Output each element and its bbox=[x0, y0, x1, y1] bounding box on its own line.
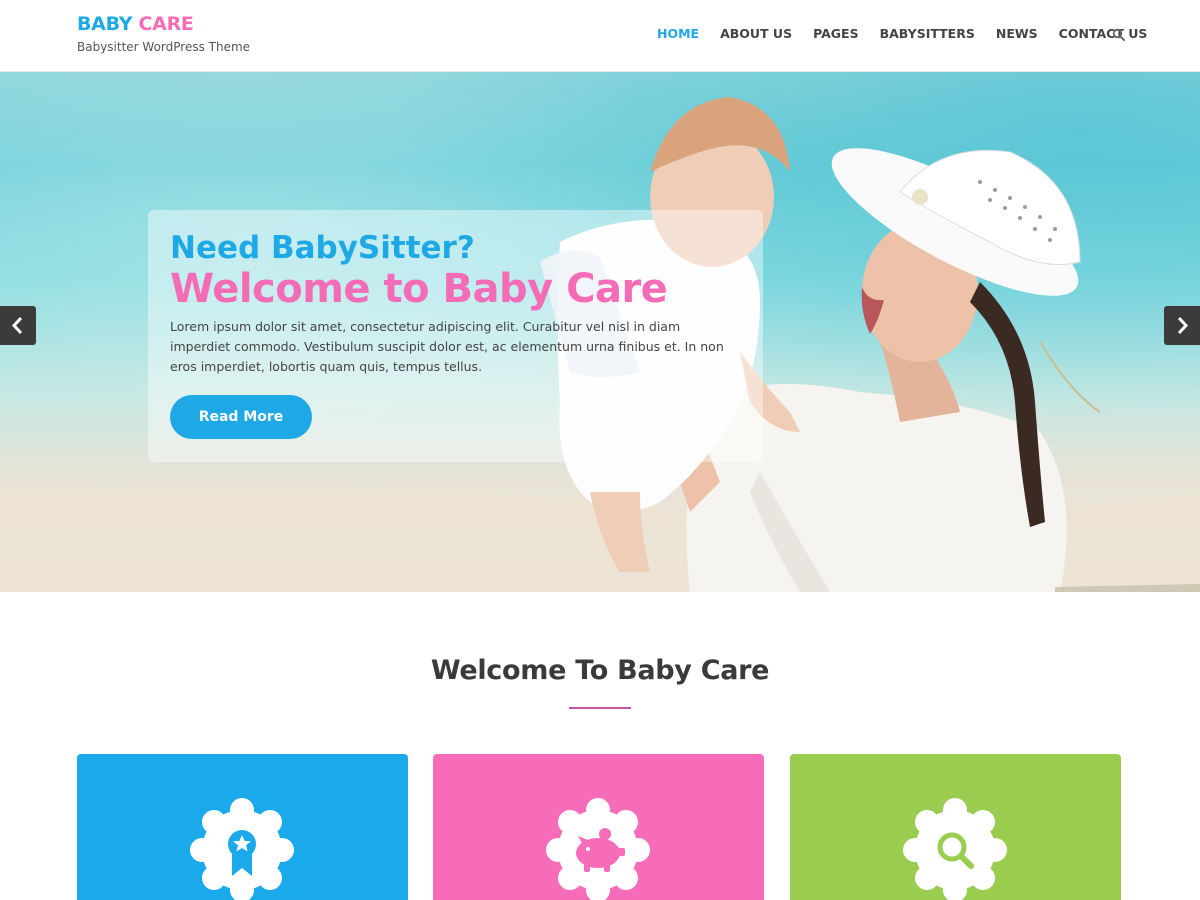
site-logo[interactable]: BABY CARE Babysitter WordPress Theme bbox=[77, 12, 250, 54]
nav-item-about-us[interactable]: ABOUT US bbox=[720, 26, 792, 41]
main-nav: HOME ABOUT US PAGES BABYSITTERS NEWS CON… bbox=[657, 26, 1168, 41]
hero-caption: Need BabySitter? Welcome to Baby Care Lo… bbox=[148, 210, 763, 462]
feature-card-savings[interactable] bbox=[433, 754, 764, 900]
search-icon[interactable] bbox=[1112, 27, 1126, 41]
hero-title: Welcome to Baby Care bbox=[170, 266, 668, 312]
nav-item-babysitters[interactable]: BABYSITTERS bbox=[880, 26, 975, 41]
nav-item-news[interactable]: NEWS bbox=[996, 26, 1038, 41]
site-tagline: Babysitter WordPress Theme bbox=[77, 40, 251, 54]
section-title: Welcome To Baby Care bbox=[430, 655, 770, 686]
nav-item-pages[interactable]: PAGES bbox=[813, 26, 859, 41]
slider-next-button[interactable] bbox=[1164, 306, 1200, 345]
site-header: BABY CARE Babysitter WordPress Theme HOM… bbox=[0, 0, 1200, 72]
logo-title: BABY CARE bbox=[77, 12, 250, 36]
feature-card-award[interactable] bbox=[77, 754, 408, 900]
chevron-left-icon bbox=[11, 316, 23, 335]
award-ribbon-icon bbox=[190, 798, 294, 900]
title-divider bbox=[569, 707, 631, 709]
nav-item-contact-us[interactable]: CONTACT US bbox=[1059, 26, 1148, 41]
piggy-bank-icon bbox=[546, 798, 650, 900]
search-icon bbox=[903, 798, 1007, 900]
slider-prev-button[interactable] bbox=[0, 306, 36, 345]
feature-card-search[interactable] bbox=[790, 754, 1121, 900]
hero-slider: Need BabySitter? Welcome to Baby Care Lo… bbox=[0, 72, 1200, 592]
nav-item-home[interactable]: HOME bbox=[657, 26, 699, 41]
hero-description: Lorem ipsum dolor sit amet, consectetur … bbox=[170, 319, 724, 374]
read-more-button[interactable]: Read More bbox=[170, 395, 312, 439]
logo-word-care: CARE bbox=[138, 13, 194, 35]
hero-subtitle: Need BabySitter? bbox=[170, 230, 475, 266]
logo-word-baby: BABY bbox=[77, 13, 133, 35]
chevron-right-icon bbox=[1177, 316, 1189, 335]
